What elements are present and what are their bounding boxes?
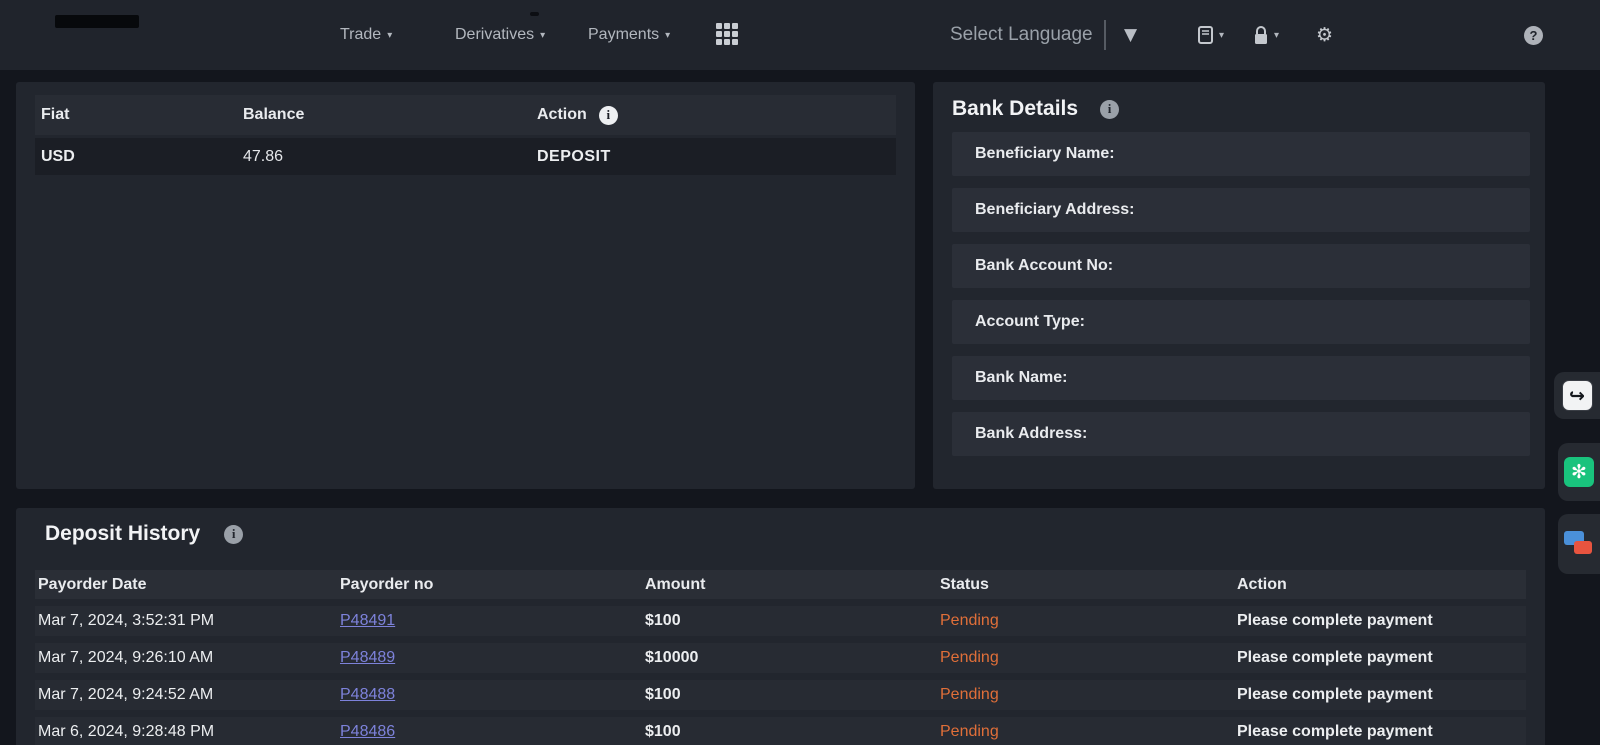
dh-header-action: Action bbox=[1237, 576, 1523, 594]
payorder-link[interactable]: P48489 bbox=[340, 649, 395, 666]
dh-cell-amount: $10000 bbox=[645, 649, 940, 667]
dh-header-date: Payorder Date bbox=[38, 576, 340, 594]
bank-detail-field: Beneficiary Name: bbox=[952, 132, 1530, 176]
dh-cell-amount: $100 bbox=[645, 686, 940, 704]
nav-menu-payments-label: Payments bbox=[588, 26, 659, 44]
dh-cell-date: Mar 7, 2024, 3:52:31 PM bbox=[38, 612, 340, 630]
bank-detail-field: Bank Address: bbox=[952, 412, 1530, 456]
dh-header-amount: Amount bbox=[645, 576, 940, 594]
share-arrow-icon: ↪ bbox=[1562, 380, 1593, 411]
help-icon: ? bbox=[1524, 26, 1543, 45]
chevron-down-icon: ▾ bbox=[1219, 30, 1224, 41]
dh-cell-action: Please complete payment bbox=[1237, 649, 1523, 667]
dh-cell-action: Please complete payment bbox=[1237, 612, 1523, 630]
dh-header-payorder: Payorder no bbox=[340, 576, 645, 594]
deposit-history-row: Mar 7, 2024, 3:52:31 PM P48491 $100 Pend… bbox=[35, 606, 1526, 636]
bank-detail-field-label: Bank Account No: bbox=[975, 257, 1113, 275]
bank-detail-field: Bank Account No: bbox=[952, 244, 1530, 288]
bank-details-panel: Bank Details i Beneficiary Name: Benefic… bbox=[933, 82, 1545, 489]
deposit-history-title: Deposit History bbox=[45, 522, 200, 546]
chevron-down-icon: ▾ bbox=[387, 30, 392, 41]
bank-detail-field-label: Beneficiary Name: bbox=[975, 145, 1115, 163]
lock-icon bbox=[1252, 25, 1270, 46]
chat-bubbles-icon bbox=[1564, 531, 1594, 557]
deposit-history-row: Mar 7, 2024, 9:26:10 AM P48489 $10000 Pe… bbox=[35, 643, 1526, 673]
dh-header-status: Status bbox=[940, 576, 1237, 594]
status-badge: Pending bbox=[940, 649, 1237, 667]
security-menu[interactable]: ▾ bbox=[1252, 0, 1279, 70]
dh-cell-date: Mar 6, 2024, 9:28:48 PM bbox=[38, 723, 340, 741]
bank-details-title: Bank Details bbox=[952, 97, 1078, 121]
deposit-history-table: Payorder Date Payorder no Amount Status … bbox=[35, 570, 1526, 745]
fiat-header-balance: Balance bbox=[243, 106, 537, 124]
bank-detail-field-label: Beneficiary Address: bbox=[975, 201, 1134, 219]
bank-detail-field-label: Bank Address: bbox=[975, 425, 1087, 443]
status-badge: Pending bbox=[940, 612, 1237, 630]
app-logo[interactable] bbox=[55, 15, 139, 28]
payorder-link[interactable]: P48491 bbox=[340, 612, 395, 629]
nav-menu-payments[interactable]: Payments ▾ bbox=[588, 0, 670, 70]
bank-details-fields: Beneficiary Name: Beneficiary Address: B… bbox=[952, 132, 1530, 456]
chevron-down-icon: ▾ bbox=[540, 30, 545, 41]
fiat-currency: USD bbox=[41, 148, 243, 166]
navbar-divider bbox=[1104, 20, 1106, 50]
bank-detail-field: Bank Name: bbox=[952, 356, 1530, 400]
language-selector[interactable]: Select Language bbox=[950, 0, 1093, 70]
share-extension-button[interactable]: ↪ bbox=[1554, 372, 1600, 419]
info-icon[interactable]: i bbox=[224, 525, 243, 544]
bank-detail-field-label: Bank Name: bbox=[975, 369, 1067, 387]
chevron-down-icon: ▾ bbox=[1274, 30, 1279, 41]
apps-grid-icon[interactable] bbox=[716, 23, 740, 47]
payorder-link[interactable]: P48486 bbox=[340, 723, 395, 740]
gear-icon: ⚙ bbox=[1316, 24, 1333, 46]
deposit-history-panel: Deposit History i Payorder Date Payorder… bbox=[16, 508, 1545, 745]
book-icon bbox=[1196, 25, 1215, 45]
deposit-history-body: Mar 7, 2024, 3:52:31 PM P48491 $100 Pend… bbox=[35, 606, 1526, 745]
status-badge: Pending bbox=[940, 723, 1237, 741]
deposit-history-row: Mar 7, 2024, 9:24:52 AM P48488 $100 Pend… bbox=[35, 680, 1526, 710]
bank-detail-field-label: Account Type: bbox=[975, 313, 1085, 331]
fiat-table-row: USD 47.86 DEPOSIT bbox=[35, 138, 896, 175]
chatgpt-extension-button[interactable]: ✻ bbox=[1558, 443, 1600, 501]
info-icon[interactable]: i bbox=[1100, 100, 1119, 119]
status-badge: Pending bbox=[940, 686, 1237, 704]
chatgpt-icon: ✻ bbox=[1564, 457, 1594, 487]
deposit-history-row: Mar 6, 2024, 9:28:48 PM P48486 $100 Pend… bbox=[35, 717, 1526, 745]
orders-menu[interactable]: ▾ bbox=[1196, 0, 1224, 70]
dh-cell-date: Mar 7, 2024, 9:24:52 AM bbox=[38, 686, 340, 704]
help-button[interactable]: ? bbox=[1524, 0, 1543, 70]
dh-cell-action: Please complete payment bbox=[1237, 723, 1523, 741]
dh-cell-amount: $100 bbox=[645, 612, 940, 630]
top-navbar: Trade ▾ Derivatives ▾ Payments ▾ Select … bbox=[0, 0, 1600, 70]
language-dropdown-icon[interactable]: ▼ bbox=[1124, 0, 1137, 70]
deposit-button[interactable]: DEPOSIT bbox=[537, 148, 890, 166]
deposit-history-header: Payorder Date Payorder no Amount Status … bbox=[35, 570, 1526, 599]
bank-detail-field: Beneficiary Address: bbox=[952, 188, 1530, 232]
fiat-header-fiat: Fiat bbox=[41, 106, 243, 124]
fiat-balance-value: 47.86 bbox=[243, 148, 537, 166]
info-icon[interactable]: i bbox=[599, 106, 618, 125]
dh-cell-date: Mar 7, 2024, 9:26:10 AM bbox=[38, 649, 340, 667]
dh-cell-action: Please complete payment bbox=[1237, 686, 1523, 704]
nav-menu-trade[interactable]: Trade ▾ bbox=[340, 0, 392, 70]
nav-menu-derivatives[interactable]: Derivatives ▾ bbox=[455, 0, 545, 70]
chat-extension-button[interactable] bbox=[1558, 514, 1600, 574]
dh-cell-amount: $100 bbox=[645, 723, 940, 741]
payorder-link[interactable]: P48488 bbox=[340, 686, 395, 703]
nav-menu-derivatives-label: Derivatives bbox=[455, 26, 534, 44]
fiat-header-action: Action bbox=[537, 106, 587, 124]
fiat-balance-panel: Fiat Balance Action i USD 47.86 DEPOSIT bbox=[16, 82, 915, 489]
fiat-table-header: Fiat Balance Action i bbox=[35, 95, 896, 135]
language-selector-label: Select Language bbox=[950, 24, 1093, 46]
nav-menu-trade-label: Trade bbox=[340, 26, 381, 44]
settings-button[interactable]: ⚙ bbox=[1316, 0, 1333, 70]
chevron-down-icon: ▾ bbox=[665, 30, 670, 41]
bank-detail-field: Account Type: bbox=[952, 300, 1530, 344]
